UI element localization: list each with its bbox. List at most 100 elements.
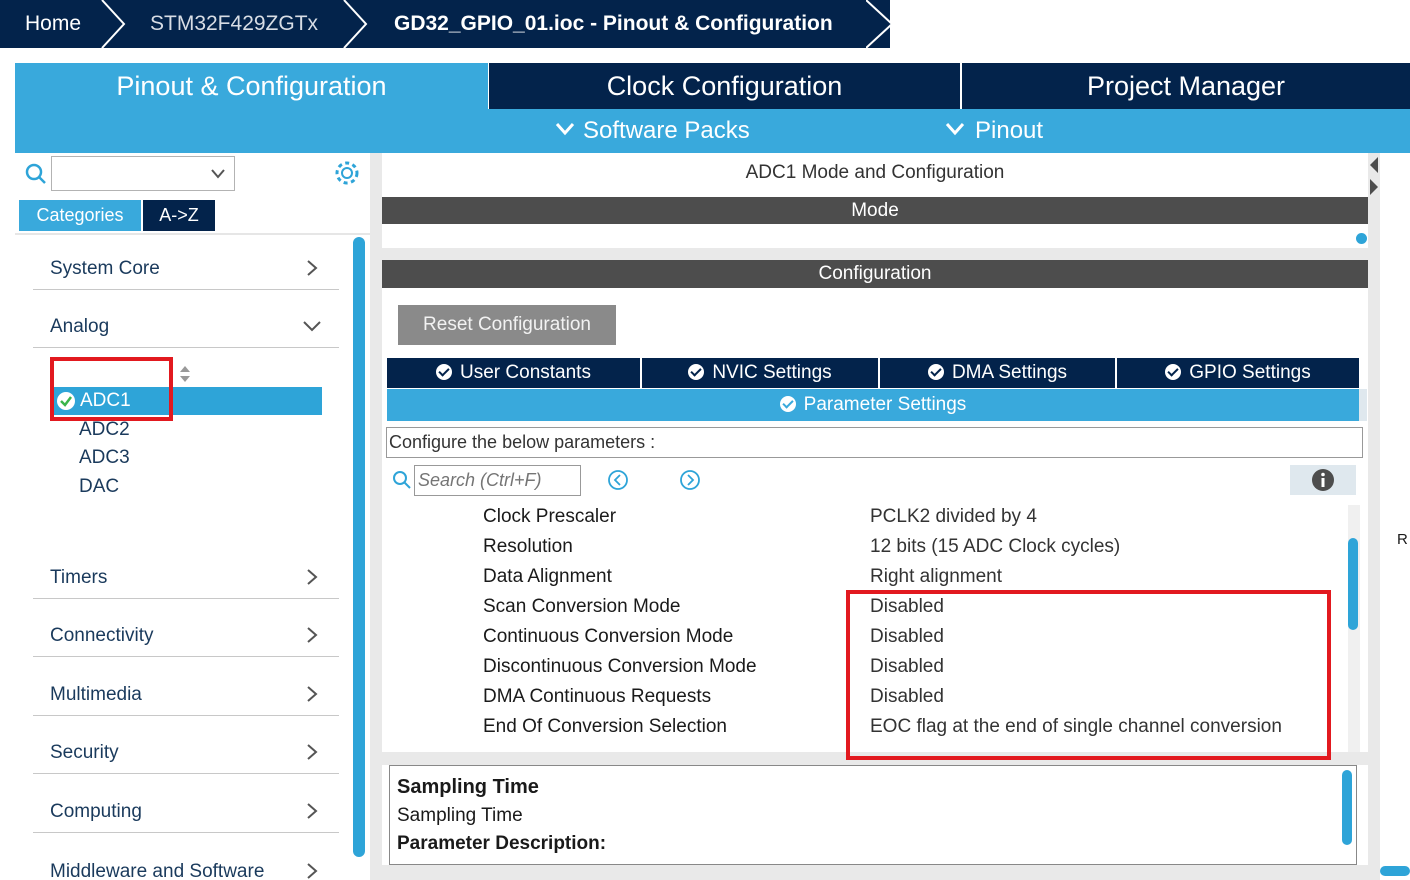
chevron-right-icon bbox=[307, 627, 318, 643]
param-value[interactable]: 12 bits (15 ADC Clock cycles) bbox=[870, 536, 1120, 558]
category-computing[interactable]: Computing bbox=[33, 791, 339, 833]
chevron-down-icon bbox=[303, 321, 321, 332]
breadcrumb-mcu[interactable]: STM32F429ZGTx bbox=[130, 0, 340, 48]
sort-icon[interactable] bbox=[178, 364, 192, 384]
param-name: Resolution bbox=[483, 536, 573, 557]
tree-item-adc3[interactable]: ADC3 bbox=[79, 447, 130, 469]
category-label: Security bbox=[50, 742, 119, 763]
parameter-search-input[interactable] bbox=[414, 465, 581, 496]
pinout-menu[interactable]: Pinout bbox=[945, 109, 1043, 153]
chevron-right-icon bbox=[307, 744, 318, 760]
chevron-right-icon bbox=[307, 260, 318, 276]
breadcrumb-home[interactable]: Home bbox=[0, 0, 110, 48]
tab-label: GPIO Settings bbox=[1189, 362, 1311, 383]
tab-edge bbox=[1359, 389, 1367, 421]
chevron-right-icon bbox=[307, 569, 318, 585]
next-icon[interactable] bbox=[679, 469, 701, 491]
check-icon bbox=[688, 364, 705, 380]
category-label: Connectivity bbox=[50, 625, 154, 646]
right-splitter[interactable] bbox=[1368, 153, 1380, 880]
splitter[interactable] bbox=[370, 153, 382, 880]
description-text: Sampling Time bbox=[397, 805, 523, 826]
param-name: Scan Conversion Mode bbox=[483, 596, 681, 617]
sub-menu-bar: Software Packs Pinout bbox=[15, 109, 1410, 153]
tab-project-manager[interactable]: Project Manager bbox=[962, 63, 1410, 109]
chevron-right-icon bbox=[307, 803, 318, 819]
tab-label: User Constants bbox=[460, 362, 591, 383]
param-value[interactable]: PCLK2 divided by 4 bbox=[870, 506, 1037, 528]
configure-text: Configure the below parameters : bbox=[386, 427, 1363, 458]
right-scrollbar[interactable] bbox=[1380, 866, 1410, 876]
tab-a-to-z[interactable]: A->Z bbox=[143, 200, 215, 231]
chevron-right-icon bbox=[866, 0, 894, 48]
chevron-down-icon bbox=[945, 123, 965, 136]
category-multimedia[interactable]: Multimedia bbox=[33, 674, 339, 716]
search-icon[interactable] bbox=[24, 162, 48, 186]
param-scrollbar[interactable] bbox=[1348, 538, 1358, 630]
tab-label: Parameter Settings bbox=[803, 394, 967, 415]
configuration-header: Configuration bbox=[382, 260, 1368, 288]
tab-clock-configuration[interactable]: Clock Configuration bbox=[489, 63, 960, 109]
left-scrollbar[interactable] bbox=[353, 237, 365, 857]
highlight-box bbox=[846, 590, 1331, 760]
collapse-arrows-icon[interactable] bbox=[1368, 155, 1380, 197]
category-label: Computing bbox=[50, 801, 142, 822]
category-analog[interactable]: Analog bbox=[33, 306, 339, 348]
tab-dma-settings[interactable]: DMA Settings bbox=[880, 358, 1115, 388]
divider bbox=[382, 865, 1368, 880]
description-label: Parameter Description: bbox=[397, 833, 607, 854]
chevron-right-icon bbox=[307, 863, 318, 879]
pinout-label: Pinout bbox=[975, 117, 1044, 144]
tab-user-constants[interactable]: User Constants bbox=[387, 358, 640, 388]
category-label: Timers bbox=[50, 567, 108, 588]
description-title: Sampling Time bbox=[397, 776, 539, 798]
breadcrumb-file-label: GD32_GPIO_01.ioc - Pinout & Configuratio… bbox=[394, 12, 833, 35]
tab-label: DMA Settings bbox=[951, 362, 1068, 383]
category-system-core[interactable]: System Core bbox=[33, 248, 339, 290]
param-name: DMA Continuous Requests bbox=[483, 686, 712, 707]
search-icon bbox=[393, 471, 411, 489]
description-scrollbar[interactable] bbox=[1342, 770, 1352, 845]
chevron-right-icon bbox=[307, 686, 318, 702]
breadcrumb-file[interactable]: GD32_GPIO_01.ioc - Pinout & Configuratio… bbox=[370, 0, 870, 48]
tab-categories[interactable]: Categories bbox=[19, 200, 141, 231]
software-packs-menu[interactable]: Software Packs bbox=[555, 109, 750, 153]
category-label: Middleware and Software bbox=[50, 861, 265, 880]
param-value[interactable]: Right alignment bbox=[870, 566, 1002, 588]
chevron-down-icon bbox=[211, 169, 225, 179]
category-label: Multimedia bbox=[50, 684, 142, 705]
tab-pinout-configuration[interactable]: Pinout & Configuration bbox=[15, 63, 488, 109]
splitter-handle[interactable] bbox=[1356, 233, 1367, 244]
category-label: System Core bbox=[50, 258, 160, 279]
breadcrumb: Home STM32F429ZGTx GD32_GPIO_01.ioc - Pi… bbox=[0, 0, 1410, 48]
mode-header: Mode bbox=[382, 197, 1368, 224]
tree-item-dac[interactable]: DAC bbox=[79, 476, 119, 498]
category-connectivity[interactable]: Connectivity bbox=[33, 615, 339, 657]
category-search-combo[interactable] bbox=[51, 156, 235, 191]
breadcrumb-home-label: Home bbox=[25, 12, 82, 35]
param-name: Clock Prescaler bbox=[483, 506, 617, 527]
tab-parameter-settings[interactable]: Parameter Settings bbox=[387, 389, 1359, 421]
category-timers[interactable]: Timers bbox=[33, 557, 339, 599]
gear-icon[interactable] bbox=[334, 160, 360, 186]
info-button[interactable] bbox=[1290, 465, 1356, 495]
category-security[interactable]: Security bbox=[33, 732, 339, 774]
chevron-right-icon bbox=[101, 0, 126, 48]
previous-icon[interactable] bbox=[607, 469, 629, 491]
main-tabs: Pinout & Configuration Clock Configurati… bbox=[15, 63, 1410, 109]
reset-configuration-button[interactable]: Reset Configuration bbox=[398, 305, 616, 345]
right-panel-label: R bbox=[1397, 531, 1408, 548]
software-packs-label: Software Packs bbox=[583, 117, 750, 144]
category-label: Analog bbox=[50, 316, 110, 337]
tab-nvic-settings[interactable]: NVIC Settings bbox=[642, 358, 878, 388]
param-name: Discontinuous Conversion Mode bbox=[483, 656, 757, 677]
check-icon bbox=[1165, 364, 1182, 380]
info-icon bbox=[1312, 469, 1334, 491]
tab-gpio-settings[interactable]: GPIO Settings bbox=[1117, 358, 1359, 388]
divider bbox=[382, 248, 1368, 260]
tree-item-adc2[interactable]: ADC2 bbox=[79, 419, 130, 441]
category-middleware[interactable]: Middleware and Software bbox=[33, 850, 339, 880]
chevron-right-icon bbox=[343, 0, 368, 48]
tab-label: NVIC Settings bbox=[712, 362, 832, 383]
breadcrumb-mcu-label: STM32F429ZGTx bbox=[150, 12, 319, 35]
